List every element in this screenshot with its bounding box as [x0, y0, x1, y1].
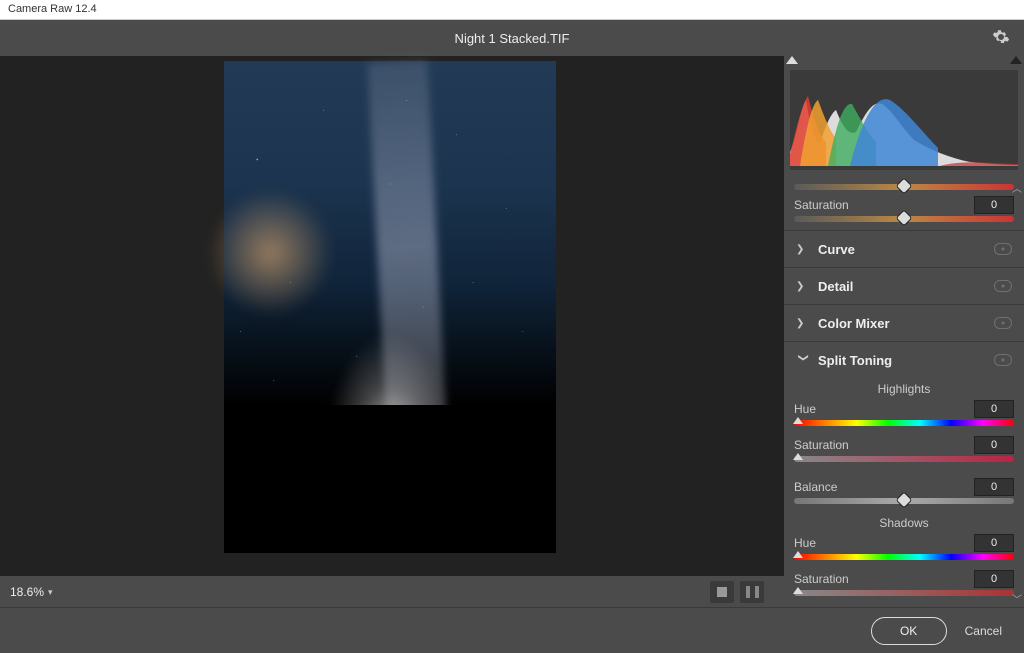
highlights-heading: Highlights — [784, 378, 1024, 398]
histogram[interactable] — [784, 56, 1024, 176]
sh-hue-slider[interactable] — [794, 554, 1014, 560]
main-columns: 18.6% ▾ — [0, 56, 1024, 608]
app-title: Camera Raw 12.4 — [8, 3, 97, 15]
visibility-icon[interactable] — [994, 280, 1012, 292]
chevron-down-icon: ▾ — [48, 587, 53, 598]
visibility-icon[interactable] — [994, 354, 1012, 366]
panel-color-mixer[interactable]: ❯ Color Mixer — [784, 304, 1024, 341]
adjustment-panels: ︿ Saturation 0 ❯ Curve — [784, 176, 1024, 608]
footer-bar: OK Cancel — [0, 607, 1024, 653]
preview-column: 18.6% ▾ — [0, 56, 784, 608]
visibility-icon[interactable] — [994, 243, 1012, 255]
prev-slider-track[interactable] — [794, 184, 1014, 190]
view-single-icon[interactable] — [710, 581, 734, 603]
visibility-icon[interactable] — [994, 317, 1012, 329]
hl-sat-slider[interactable] — [794, 456, 1014, 462]
zoom-select[interactable]: 18.6% ▾ — [10, 585, 53, 599]
highlight-clip-icon[interactable] — [1010, 56, 1022, 64]
chevron-down-icon: ❯ — [798, 353, 809, 367]
chevron-right-icon: ❯ — [796, 244, 810, 255]
saturation-label: Saturation — [794, 198, 849, 212]
chevron-right-icon: ❯ — [796, 318, 810, 329]
app-root: Night 1 Stacked.TIF 18.6% ▾ — [0, 20, 1024, 653]
histogram-box — [790, 70, 1018, 170]
hl-sat-value[interactable]: 0 — [974, 436, 1014, 454]
hl-sat-label: Saturation — [794, 438, 849, 452]
sh-hue-value[interactable]: 0 — [974, 534, 1014, 552]
sh-sat-slider[interactable] — [794, 590, 1014, 596]
top-bar: Night 1 Stacked.TIF — [0, 20, 1024, 56]
zoom-bar: 18.6% ▾ — [0, 576, 784, 608]
hl-hue-value[interactable]: 0 — [974, 400, 1014, 418]
sh-sat-value[interactable]: 0 — [974, 570, 1014, 588]
ok-button[interactable]: OK — [871, 617, 947, 645]
panel-detail[interactable]: ❯ Detail — [784, 267, 1024, 304]
cancel-label: Cancel — [965, 624, 1002, 638]
image-preview[interactable] — [224, 61, 556, 553]
sh-hue-label: Hue — [794, 536, 816, 550]
sh-sat-label: Saturation — [794, 572, 849, 586]
panel-curve[interactable]: ❯ Curve — [784, 230, 1024, 267]
ok-label: OK — [900, 624, 917, 638]
shadows-heading: Shadows — [784, 512, 1024, 532]
shadow-clip-icon[interactable] — [786, 56, 798, 64]
panel-split-toning[interactable]: ❯ Split Toning — [784, 341, 1024, 378]
balance-value[interactable]: 0 — [974, 478, 1014, 496]
split-toning-label: Split Toning — [818, 353, 994, 368]
hl-hue-slider[interactable] — [794, 420, 1014, 426]
window-titlebar: Camera Raw 12.4 — [0, 0, 1024, 20]
balance-slider[interactable] — [794, 498, 1014, 504]
cancel-button[interactable]: Cancel — [965, 624, 1002, 638]
right-panel: ︿ Saturation 0 ❯ Curve — [784, 56, 1024, 608]
zoom-value: 18.6% — [10, 585, 44, 599]
view-compare-icon[interactable] — [740, 581, 764, 603]
saturation-value[interactable]: 0 — [974, 196, 1014, 214]
scroll-down-icon[interactable]: ﹀ — [1012, 591, 1022, 606]
curve-label: Curve — [818, 242, 994, 257]
prev-panel-tail: Saturation 0 — [784, 176, 1024, 230]
color-mixer-label: Color Mixer — [818, 316, 994, 331]
chevron-right-icon: ❯ — [796, 281, 810, 292]
hl-hue-label: Hue — [794, 402, 816, 416]
split-toning-body: Highlights Hue 0 Saturation 0 — [784, 378, 1024, 604]
balance-label: Balance — [794, 480, 837, 494]
filename-label: Night 1 Stacked.TIF — [455, 31, 570, 46]
gear-icon[interactable] — [992, 28, 1010, 46]
saturation-slider[interactable] — [794, 216, 1014, 222]
detail-label: Detail — [818, 279, 994, 294]
